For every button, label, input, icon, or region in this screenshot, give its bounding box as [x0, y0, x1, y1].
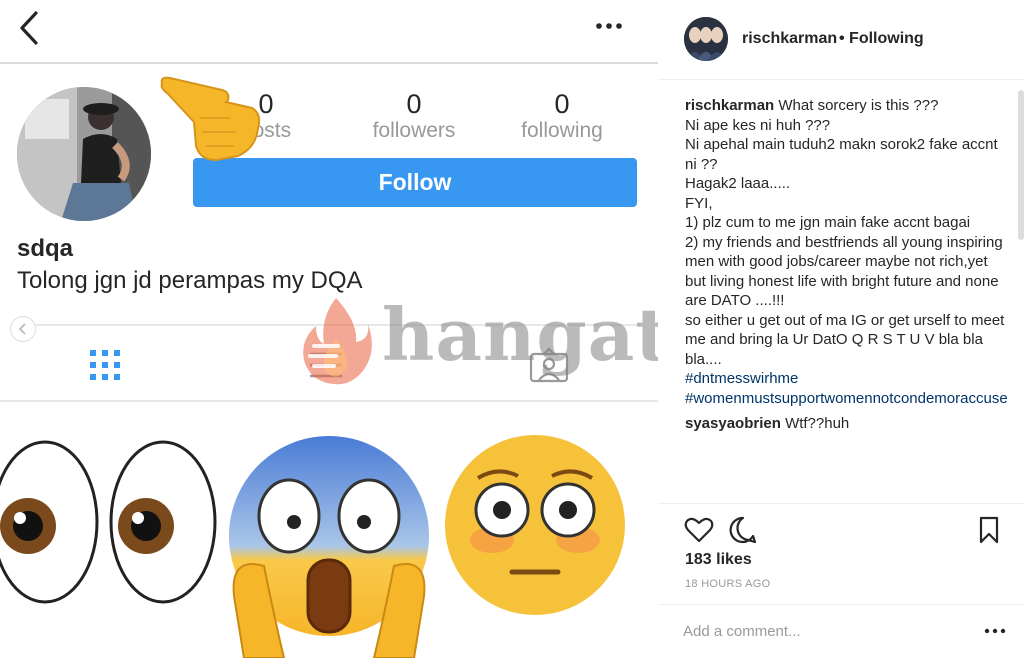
- hashtag-link[interactable]: #womenmustsupportwomennotcondemoraccuse: [685, 389, 1008, 409]
- grid-icon: [90, 350, 120, 380]
- screaming-face-emoji: [229, 436, 429, 658]
- comment: syasyaobrien Wtf??huh: [685, 414, 1007, 434]
- caption-line: What sorcery is this ???: [778, 97, 939, 114]
- more-icon: [596, 23, 622, 29]
- comment-username[interactable]: syasyaobrien: [685, 415, 781, 432]
- stories-scroll-track: [32, 324, 640, 326]
- post-avatar-photo: [684, 17, 728, 61]
- comment-icon[interactable]: [728, 515, 758, 545]
- followers-count[interactable]: 0: [344, 89, 484, 120]
- reaction-emoji-overlay: [0, 404, 658, 658]
- chevron-left-icon: [18, 323, 26, 335]
- caption: rischkarman What sorcery is this ??? Ni …: [685, 96, 1008, 409]
- back-button[interactable]: [14, 8, 48, 48]
- followers-label[interactable]: followers: [334, 119, 494, 143]
- comment-text: Wtf??huh: [785, 415, 850, 432]
- eyes-emoji: [0, 440, 217, 604]
- profile-screenshot: 0 posts 0 followers 0 following Follow s…: [0, 0, 658, 658]
- pointing-hand-icon: [160, 76, 261, 162]
- caption-line: Ni ape kes ni huh ???: [685, 116, 831, 134]
- tagged-icon: [529, 347, 569, 383]
- post-timestamp: 18 HOURS AGO: [685, 578, 771, 590]
- profile-username: sdqa: [17, 235, 74, 262]
- hashtag-link[interactable]: #dntmesswirhme: [685, 369, 1007, 389]
- caption-line: so either u get out of ma IG or get urse…: [685, 311, 1005, 368]
- profile-header: 0 posts 0 followers 0 following Follow s…: [0, 66, 658, 402]
- comments-section: rischkarman What sorcery is this ??? Ni …: [685, 96, 1008, 496]
- flushed-face-emoji: [445, 435, 625, 615]
- post-panel: rischkarman • Following rischkarman What…: [658, 0, 1024, 658]
- back-icon: [20, 11, 38, 45]
- caption-line: Hagak2 laaa.....: [685, 175, 791, 192]
- likes-count[interactable]: 183 likes: [685, 551, 752, 569]
- comments-scrollbar[interactable]: [1018, 90, 1024, 240]
- post-actions: 183 likes 18 HOURS AGO: [658, 503, 1024, 603]
- more-icon[interactable]: [983, 621, 1007, 641]
- following-count[interactable]: 0: [492, 89, 632, 120]
- caption-line: FYI,: [685, 194, 713, 212]
- profile-top-bar: [0, 0, 658, 64]
- list-view-tab[interactable]: [308, 348, 344, 382]
- grid-view-tab[interactable]: [88, 348, 122, 382]
- avatar-photo: [17, 87, 151, 221]
- post-header: rischkarman • Following: [658, 0, 1024, 80]
- tagged-view-tab[interactable]: [528, 346, 570, 384]
- caption-username[interactable]: rischkarman: [685, 97, 774, 114]
- caption-line: 1) plz cum to me jgn main fake accnt bag…: [685, 214, 971, 231]
- following-status[interactable]: • Following: [839, 30, 924, 48]
- caption-line: Ni apehal main tuduh2 makn sorok2 fake a…: [685, 136, 998, 173]
- more-options-button[interactable]: [594, 14, 624, 38]
- profile-avatar[interactable]: [17, 87, 151, 221]
- profile-bio: Tolong jgn jd perampas my DQA: [17, 267, 363, 294]
- add-comment-input[interactable]: [683, 619, 963, 643]
- following-label[interactable]: following: [482, 119, 642, 143]
- bookmark-icon[interactable]: [974, 515, 1004, 545]
- heart-icon[interactable]: [684, 515, 714, 545]
- post-author-username[interactable]: rischkarman: [742, 30, 837, 48]
- add-comment-bar: [658, 604, 1024, 658]
- post-author-avatar[interactable]: [684, 17, 728, 61]
- list-icon: [310, 352, 342, 378]
- caption-line: 2) my friends and bestfriends all young …: [685, 233, 1003, 310]
- follow-button[interactable]: Follow: [193, 158, 637, 207]
- scroll-left-button[interactable]: [10, 316, 36, 342]
